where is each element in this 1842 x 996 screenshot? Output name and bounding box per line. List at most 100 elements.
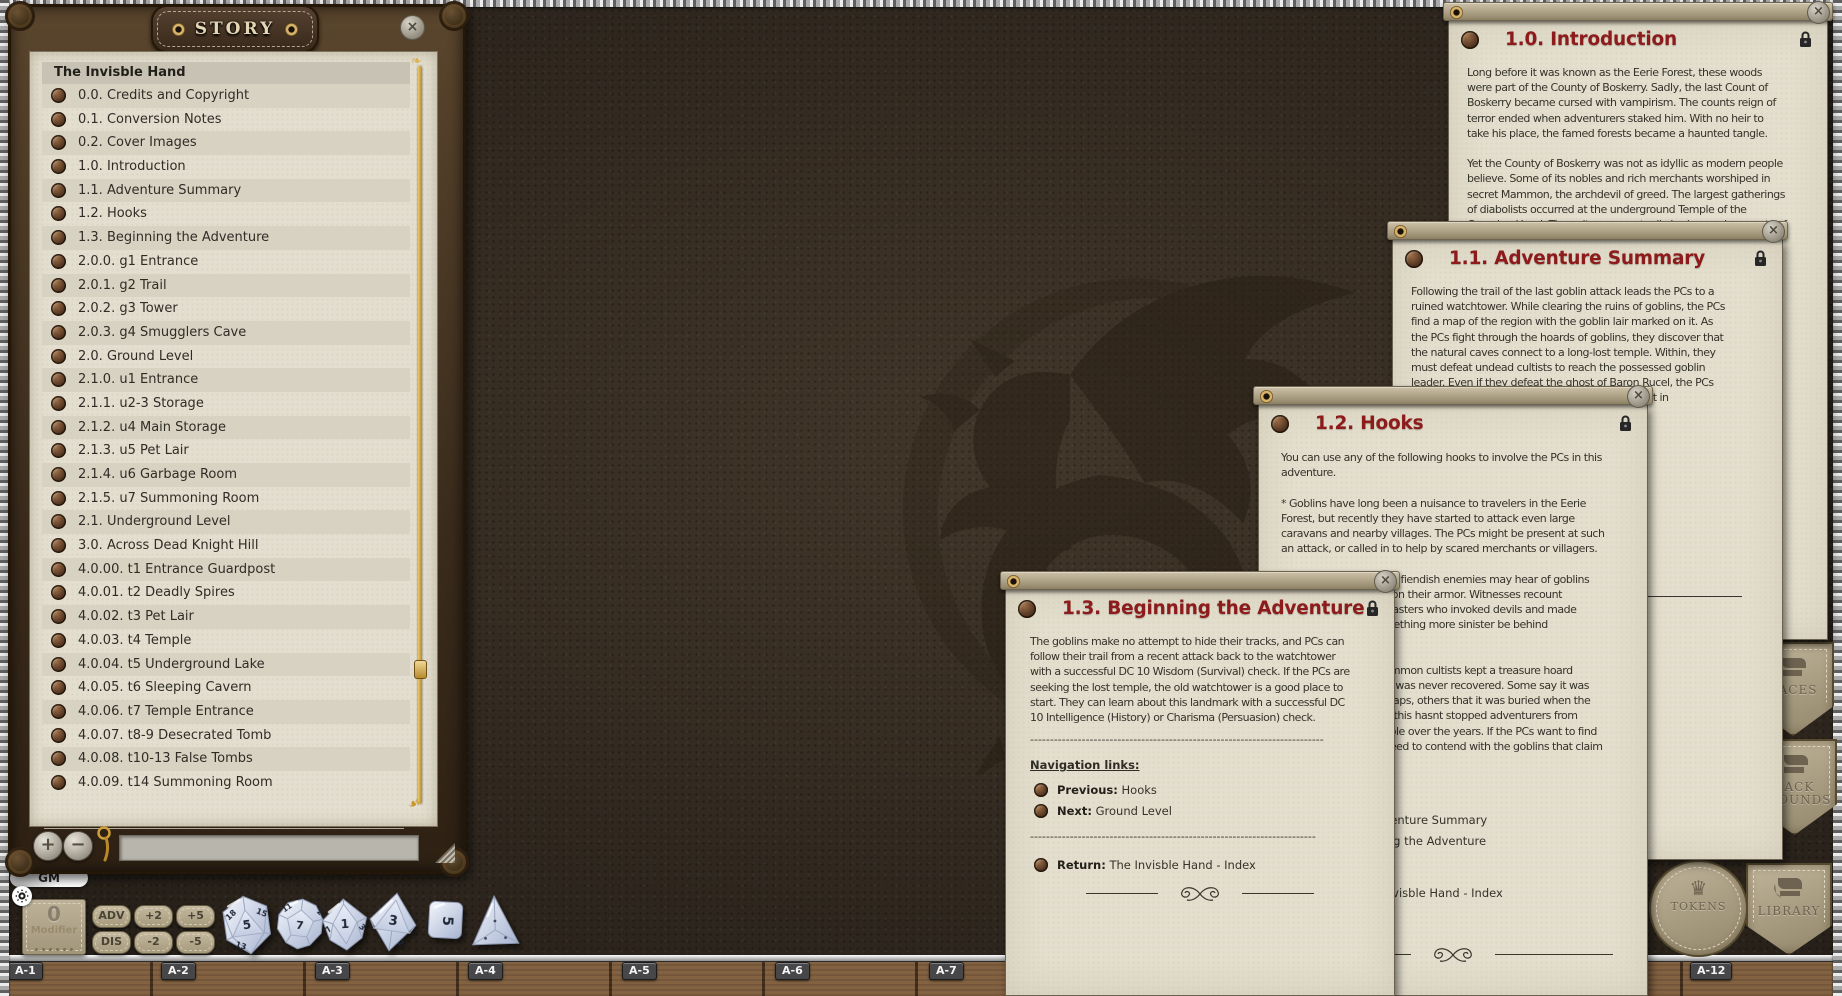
window-title-bar[interactable]: × [1253,386,1653,405]
hotkey-slot-a12[interactable]: A-12 [1690,962,1732,980]
hotkey-slot-a5[interactable]: A-5 [622,962,657,980]
hotkey-slot-a6[interactable]: A-6 [775,962,810,980]
story-list-item[interactable]: 2.0.1. g2 Trail [42,274,410,298]
link-bullet-icon[interactable] [51,254,66,269]
link-bullet-icon[interactable] [1034,804,1048,818]
link-bullet-icon[interactable] [51,514,66,529]
lock-icon[interactable] [1798,30,1813,52]
link-bullet-icon[interactable] [51,325,66,340]
story-list-item[interactable]: 4.0.00. t1 Entrance Guardpost [42,558,410,582]
d10-die[interactable]: 1 7 3 [320,896,371,952]
link-bullet-icon[interactable] [51,230,66,245]
window-title-bar[interactable]: × [1000,571,1400,590]
link-bullet-icon[interactable] [51,633,66,648]
story-list-item[interactable]: 2.0.0. g1 Entrance [42,250,410,274]
link-bullet-icon[interactable] [51,562,66,577]
lock-icon[interactable] [1753,249,1768,271]
link-bullet-icon[interactable] [51,301,66,316]
story-list-item[interactable]: 4.0.04. t5 Underground Lake [42,653,410,677]
sidebar-button-tokens[interactable]: ♛ TOKENS [1649,860,1748,957]
nav-link-return[interactable]: Return: The Invisble Hand - Index [1034,858,1256,872]
story-list-item[interactable]: 2.1.4. u6 Garbage Room [42,463,410,487]
link-bullet-icon[interactable] [51,728,66,743]
link-bullet-icon[interactable] [51,159,66,174]
story-list-item[interactable]: 2.0.3. g4 Smugglers Cave [42,321,410,345]
story-list-item[interactable]: 1.1. Adventure Summary [42,179,410,203]
link-bullet-icon[interactable] [51,680,66,695]
story-list-item[interactable]: 4.0.09. t14 Summoning Room [42,771,410,795]
minus2-button[interactable]: -2 [134,931,173,954]
plus2-button[interactable]: +2 [134,905,173,928]
minus5-button[interactable]: -5 [176,931,215,954]
story-list-item[interactable]: 2.1.3. u5 Pet Lair [42,439,410,463]
nav-link-next[interactable]: Next: Ground Level [1034,804,1172,818]
link-bullet-icon[interactable] [1034,783,1048,797]
hotkey-slot-a3[interactable]: A-3 [315,962,350,980]
gear-icon[interactable] [12,886,32,906]
story-list-item[interactable]: 2.0. Ground Level [42,345,410,369]
link-bullet-icon[interactable] [51,206,66,221]
story-list-item[interactable]: 2.1.1. u2-3 Storage [42,392,410,416]
story-list-item[interactable]: 1.0. Introduction [42,155,410,179]
plus5-button[interactable]: +5 [176,905,215,928]
search-input[interactable] [119,835,419,861]
story-list-item[interactable]: 2.0.2. g3 Tower [42,297,410,321]
story-list-item[interactable]: 0.0. Credits and Copyright [42,84,410,108]
story-list-item[interactable]: 2.1.0. u1 Entrance [42,368,410,392]
story-list-item[interactable]: 0.2. Cover Images [42,131,410,155]
story-list-item[interactable]: 2.1.2. u4 Main Storage [42,416,410,440]
link-bullet-icon[interactable] [1271,415,1289,433]
link-bullet-icon[interactable] [51,396,66,411]
scrollbar-track[interactable] [418,66,422,804]
nav-link-previous[interactable]: Previous: Hooks [1034,783,1157,797]
window-title-bar[interactable]: × [1387,221,1788,240]
link-bullet-icon[interactable] [51,420,66,435]
advantage-button[interactable]: ADV [92,905,131,928]
link-bullet-icon[interactable] [51,183,66,198]
d12-die[interactable]: 7 11 2 [274,896,325,953]
hotkey-slot-a1[interactable]: A-1 [8,962,43,980]
disadvantage-button[interactable]: DIS [92,931,131,954]
link-bullet-icon[interactable] [51,135,66,150]
story-list-item[interactable]: 4.0.08. t10-13 False Tombs [42,747,410,771]
link-bullet-icon[interactable] [1034,858,1048,872]
link-bullet-icon[interactable] [1018,600,1036,618]
story-list-item[interactable]: 4.0.01. t2 Deadly Spires [42,581,410,605]
story-entry-window-beginning-the-adventure[interactable]: 1.3. Beginning the Adventure The goblins… [1000,571,1400,996]
lock-icon[interactable] [1365,599,1380,621]
story-window-title-plaque[interactable]: STORY [151,5,319,53]
story-index-header[interactable]: The Invisble Hand [42,62,410,84]
link-bullet-icon[interactable] [51,372,66,387]
close-icon[interactable]: × [1374,570,1397,593]
hotkey-slot-a2[interactable]: A-2 [161,962,196,980]
link-bullet-icon[interactable] [51,585,66,600]
d6-die[interactable]: 5 [426,897,466,943]
close-icon[interactable]: × [400,15,425,40]
link-bullet-icon[interactable] [51,775,66,790]
story-list-item[interactable]: 4.0.07. t8-9 Desecrated Tomb [42,724,410,748]
story-list-item[interactable]: 4.0.05. t6 Sleeping Cavern [42,676,410,700]
story-list-item[interactable]: 1.3. Beginning the Adventure [42,226,410,250]
window-title-bar[interactable]: × [1443,2,1833,21]
d8-die[interactable]: 3 2 [365,889,421,955]
link-bullet-icon[interactable] [51,704,66,719]
story-list-item[interactable]: 0.1. Conversion Notes [42,108,410,132]
link-bullet-icon[interactable] [51,657,66,672]
story-list-item[interactable]: 4.0.02. t3 Pet Lair [42,605,410,629]
scrollbar-thumb[interactable] [414,660,427,679]
link-bullet-icon[interactable] [51,467,66,482]
link-bullet-icon[interactable] [1461,31,1479,49]
link-bullet-icon[interactable] [1405,250,1423,268]
link-bullet-icon[interactable] [51,349,66,364]
story-list-item[interactable]: 4.0.03. t4 Temple [42,629,410,653]
link-bullet-icon[interactable] [51,751,66,766]
close-icon[interactable]: × [1762,220,1785,243]
story-window[interactable]: STORY × The Invisble Hand 0.0. Credits a… [8,4,466,874]
story-list-item[interactable]: 2.1. Underground Level [42,510,410,534]
story-list-item[interactable]: 2.1.5. u7 Summoning Room [42,487,410,511]
lock-icon[interactable] [1618,414,1633,436]
modifier-stack[interactable]: 0 Modifier [22,899,86,955]
story-list-item[interactable]: 1.2. Hooks [42,202,410,226]
close-icon[interactable]: × [1627,385,1650,408]
add-entry-button[interactable]: + [33,831,63,861]
